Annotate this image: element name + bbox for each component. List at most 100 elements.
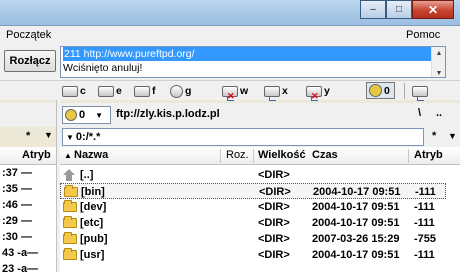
drive-label: 0 xyxy=(384,84,390,97)
log-line-1: 211 http://www.pureftpd.org/ xyxy=(63,47,433,61)
drive-label: g xyxy=(185,85,192,97)
list-item[interactable]: :29 — xyxy=(2,215,56,231)
list-item[interactable]: 43 -a— xyxy=(2,247,56,263)
hard-drive-icon xyxy=(98,85,114,97)
folder-icon xyxy=(63,216,77,228)
close-button[interactable]: ✕ xyxy=(412,0,454,19)
column-size-header[interactable]: Wielkość xyxy=(258,149,306,161)
folder-icon xyxy=(63,248,77,260)
right-filter-star[interactable]: * xyxy=(432,130,436,142)
sort-up-icon: ▲ xyxy=(64,151,72,160)
table-row[interactable]: [etc] <DIR> 2004-10-17 09:51 -111 xyxy=(60,215,446,231)
log-scrollbar[interactable]: ▲ ▼ xyxy=(431,47,445,77)
drive-w-button[interactable]: ✕ w xyxy=(222,83,249,101)
drive-label: e xyxy=(116,85,122,97)
folder-icon xyxy=(63,232,77,244)
list-item[interactable]: 23 -a— xyxy=(2,263,56,272)
table-row[interactable]: [..] <DIR> xyxy=(60,167,446,183)
file-attr: -111 xyxy=(414,201,435,213)
window-controls: – □ ✕ xyxy=(360,0,454,19)
drive-f-button[interactable]: f xyxy=(134,83,156,99)
file-size: <DIR> xyxy=(258,217,290,229)
drive-label: c xyxy=(80,85,86,97)
table-row[interactable]: [usr] <DIR> 2004-10-17 09:51 -111 xyxy=(60,247,446,263)
column-divider[interactable] xyxy=(408,149,409,163)
column-attr-header[interactable]: Atryb xyxy=(414,149,443,161)
scroll-down-icon[interactable]: ▼ xyxy=(432,67,445,77)
column-divider[interactable] xyxy=(220,149,221,163)
right-filter-dropdown-icon[interactable]: ▼ xyxy=(448,131,457,141)
drive-e-button[interactable]: e xyxy=(98,83,122,99)
file-size: <DIR> xyxy=(259,186,291,198)
right-path-row: 0 ▼ ftp://zly.kis.p.lodz.pl \ .. xyxy=(60,103,460,127)
hard-drive-icon xyxy=(62,85,78,97)
right-up-button[interactable]: .. xyxy=(436,107,442,119)
ftp-drive-icon xyxy=(369,84,382,97)
left-column-header: Atryb xyxy=(0,147,56,165)
drive-x-button[interactable]: x xyxy=(264,83,288,101)
right-filter-field[interactable]: ▼ 0:/*.* xyxy=(62,128,424,146)
drive-label: f xyxy=(152,85,156,97)
drive-label: w xyxy=(240,85,249,97)
left-attr-header[interactable]: Atryb xyxy=(22,149,51,161)
file-attr: -111 xyxy=(414,217,435,229)
left-filter[interactable]: * xyxy=(26,130,30,142)
right-drive-select[interactable]: 0 ▼ xyxy=(62,106,111,124)
table-row[interactable]: [pub] <DIR> 2007-03-26 15:29 -755 xyxy=(60,231,446,247)
drive-g-button[interactable]: g xyxy=(170,83,191,99)
dropdown-icon: ▼ xyxy=(66,132,74,142)
file-attr: -111 xyxy=(414,249,435,261)
file-size: <DIR> xyxy=(258,169,290,181)
ftp-toolbar: Rozłącz 211 http://www.pureftpd.org/ Wci… xyxy=(0,44,460,80)
column-name-header[interactable]: Nazwa xyxy=(74,149,108,161)
file-time: 2004-10-17 09:51 xyxy=(312,217,400,229)
file-size: <DIR> xyxy=(258,233,290,245)
removable-drive-icon xyxy=(134,85,150,97)
file-size: <DIR> xyxy=(258,249,290,261)
table-row[interactable]: [dev] <DIR> 2004-10-17 09:51 -111 xyxy=(60,199,446,215)
parent-dir-icon xyxy=(62,169,76,181)
file-attr: -111 xyxy=(415,186,436,198)
table-row[interactable]: [bin] <DIR> 2004-10-17 09:51 -111 xyxy=(60,183,446,199)
list-item[interactable]: :30 — xyxy=(2,231,56,247)
scroll-up-icon[interactable]: ▲ xyxy=(432,47,445,57)
right-current-path: ftp://zly.kis.p.lodz.pl xyxy=(116,108,220,120)
left-file-list[interactable]: :37 — :35 — :46 — :29 — :30 — 43 -a— 23 … xyxy=(0,165,56,272)
drive-y-button[interactable]: ✕ y xyxy=(306,83,330,101)
minimize-button[interactable]: – xyxy=(360,0,386,19)
column-time-header[interactable]: Czas xyxy=(312,149,338,161)
file-name: [..] xyxy=(80,169,94,181)
right-root-button[interactable]: \ xyxy=(418,107,421,119)
title-bar: – □ ✕ xyxy=(0,0,460,26)
cd-drive-icon xyxy=(170,84,183,98)
network-icon xyxy=(412,85,428,101)
menu-start[interactable]: Początek xyxy=(6,29,51,41)
list-item[interactable]: :37 — xyxy=(2,167,56,183)
column-ext-header[interactable]: Roz. xyxy=(226,149,249,161)
ftp-drive-icon xyxy=(65,109,77,121)
left-filter-dropdown-icon[interactable]: ▼ xyxy=(44,130,53,140)
file-time: 2004-10-17 09:51 xyxy=(312,201,400,213)
list-item[interactable]: :35 — xyxy=(2,183,56,199)
file-name: [usr] xyxy=(80,249,105,261)
right-filter-value: 0:/*.* xyxy=(75,131,101,143)
drive-c-button[interactable]: c xyxy=(62,83,86,99)
right-filter-row: ▼ 0:/*.* * ▼ xyxy=(60,127,460,147)
file-time: 2007-03-26 15:29 xyxy=(312,233,400,245)
right-file-list[interactable]: [..] <DIR> [bin] <DIR> 2004-10-17 09:51 … xyxy=(60,165,460,272)
maximize-button[interactable]: □ xyxy=(386,0,412,19)
chevron-down-icon: ▼ xyxy=(95,110,104,120)
column-divider[interactable] xyxy=(253,149,254,163)
file-time: 2004-10-17 09:51 xyxy=(313,186,401,198)
network-neighborhood-button[interactable] xyxy=(412,83,428,101)
network-drive-disconnected-icon: ✕ xyxy=(306,85,322,101)
list-item[interactable]: :46 — xyxy=(2,199,56,215)
file-attr: -755 xyxy=(414,233,437,245)
file-name: [pub] xyxy=(80,233,108,245)
menu-help[interactable]: Pomoc xyxy=(406,29,440,41)
file-time: 2004-10-17 09:51 xyxy=(312,249,400,261)
disconnect-button[interactable]: Rozłącz xyxy=(4,50,56,72)
drive-0-button[interactable]: 0 xyxy=(366,82,395,99)
file-name: [etc] xyxy=(80,217,104,229)
ftp-log[interactable]: 211 http://www.pureftpd.org/ Wciśnięto a… xyxy=(60,46,446,78)
